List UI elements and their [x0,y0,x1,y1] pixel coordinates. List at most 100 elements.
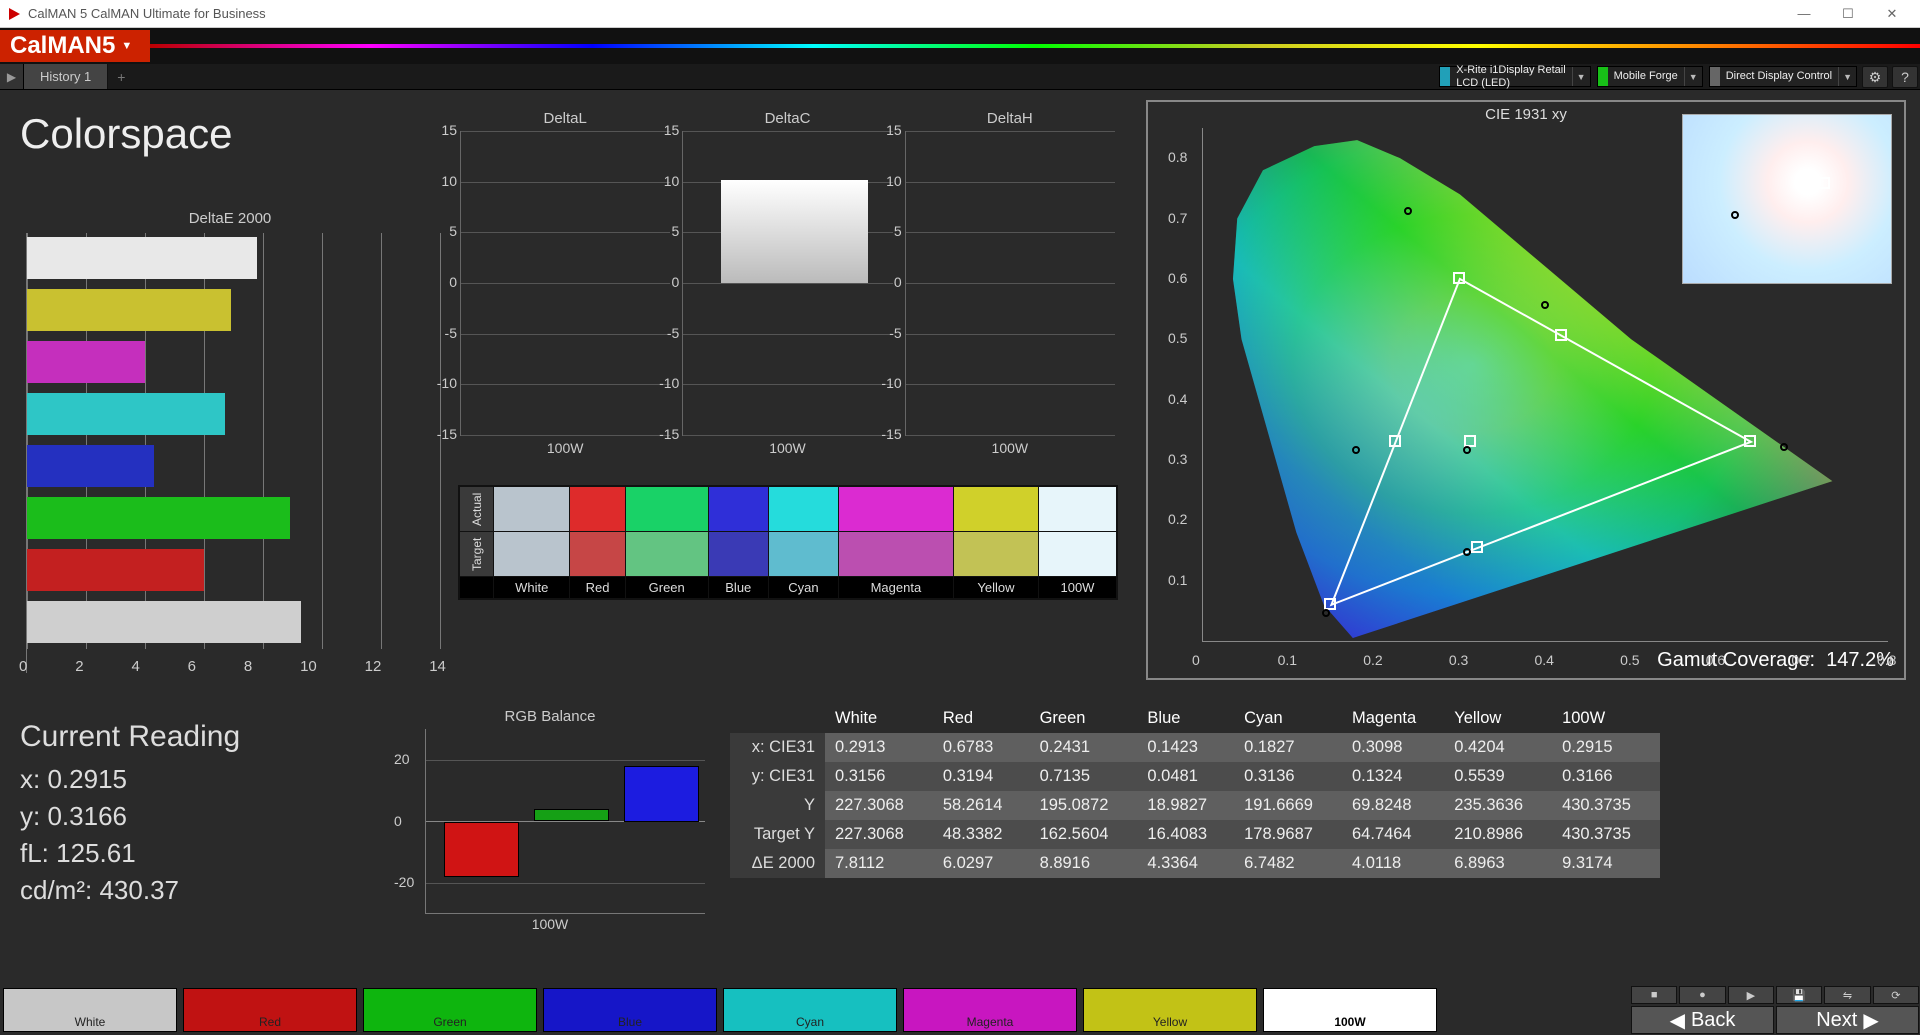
deltae-bar-white [27,237,257,279]
swatch-target-magenta [838,532,953,577]
brand-menu[interactable]: CalMAN5 ▼ [0,30,150,62]
table-row: y: CIE310.31560.31940.71350.04810.31360.… [730,762,1660,791]
table-col-header: Yellow [1444,704,1552,733]
settings-button[interactable]: ⚙ [1862,66,1888,88]
status-pill-1[interactable]: Mobile Forge ▼ [1597,66,1703,87]
table-cell: 7.8112 [825,849,933,878]
play-icon: ▶ [1747,989,1755,1002]
deltae-bar-yellow [27,289,231,331]
table-cell: 0.3156 [825,762,933,791]
swatch-target-yellow [953,532,1038,577]
swatch-col-label: Cyan [768,577,838,599]
table-row-label: Y [730,791,825,820]
table-cell: 16.4083 [1137,820,1234,849]
table-col-header: Blue [1137,704,1234,733]
back-button[interactable]: ◀Back [1631,1006,1774,1034]
chevron-down-icon: ▼ [1838,67,1856,86]
swatch-actual-yellow [953,487,1038,532]
table-cell: 430.3735 [1552,820,1660,849]
refresh-button[interactable]: ⟳ [1873,986,1919,1004]
close-button[interactable]: ✕ [1870,0,1914,27]
current-reading-row: y: 0.3166 [20,801,240,832]
color-button-blue[interactable]: Blue [543,988,717,1032]
color-button-cyan[interactable]: Cyan [723,988,897,1032]
content-area: Colorspace DeltaE 2000 02468101214 Delta… [0,90,1920,985]
stop-button[interactable]: ■ [1631,986,1677,1004]
table-cell: 0.3136 [1234,762,1342,791]
tab-history-1[interactable]: History 1 [24,64,108,89]
gamut-coverage: Gamut Coverage: 147.2% [1657,649,1894,672]
swatch-target-100w [1038,532,1116,577]
status-dot [1710,67,1720,86]
mini-chart-title: DeltaC [682,110,892,127]
tabs-back-button[interactable]: ▶ [0,64,24,89]
table-row: ΔE 20007.81126.02978.89164.33646.74824.0… [730,849,1660,878]
link-icon: ⇋ [1843,989,1852,1002]
mini-chart-deltal: DeltaL151050-5-10-15100W [460,110,670,456]
status-dot [1440,67,1450,86]
table-row: Y227.306858.2614195.087218.9827191.66696… [730,791,1660,820]
help-icon: ? [1901,69,1909,85]
table-cell: 0.6783 [933,733,1030,762]
rgb-balance-chart: RGB Balance 200-20 100W [395,708,705,932]
table-cell: 18.9827 [1137,791,1234,820]
add-tab-button[interactable]: + [108,64,134,89]
next-button[interactable]: Next▶ [1776,1006,1919,1034]
deltae-bar-red [27,549,204,591]
status-dot [1598,67,1608,86]
record-button[interactable]: ● [1679,986,1725,1004]
play-button[interactable]: ▶ [1728,986,1774,1004]
deltae-bar-green [27,497,290,539]
table-cell: 0.3098 [1342,733,1444,762]
table-cell: 0.2915 [1552,733,1660,762]
rgb-bar-g [534,809,609,821]
status-pill-2[interactable]: Direct Display Control ▼ [1709,66,1857,87]
cie-target-point [1471,541,1483,553]
rgb-bar-b [624,766,699,822]
cie-target-point [1389,435,1401,447]
maximize-button[interactable]: ☐ [1826,0,1870,27]
table-cell: 227.3068 [825,791,933,820]
mini-chart-xlabel: 100W [460,440,670,456]
color-button-magenta[interactable]: Magenta [903,988,1077,1032]
table-col-header: Green [1030,704,1138,733]
link-button[interactable]: ⇋ [1824,986,1870,1004]
swatch-actual-red [570,487,625,532]
table-cell: 6.0297 [933,849,1030,878]
status-pill-0[interactable]: X-Rite i1Display RetailLCD (LED) ▼ [1439,66,1590,87]
table-cell: 191.6669 [1234,791,1342,820]
swatch-target-cyan [768,532,838,577]
color-button-100w[interactable]: 100W [1263,988,1437,1032]
table-cell: 0.3194 [933,762,1030,791]
swatch-actual-green [625,487,708,532]
swatch-target-green [625,532,708,577]
color-button-yellow[interactable]: Yellow [1083,988,1257,1032]
delta-mini-charts: DeltaL151050-5-10-15100WDeltaC151050-5-1… [460,110,1115,456]
rainbow-divider [150,44,1920,48]
table-cell: 4.3364 [1137,849,1234,878]
swatch-col-label: Blue [708,577,768,599]
rgb-balance-xlabel: 100W [395,916,705,932]
cie-target-point [1324,598,1336,610]
table-cell: 430.3735 [1552,791,1660,820]
mini-chart-xlabel: 100W [682,440,892,456]
window-titlebar: CalMAN 5 CalMAN Ultimate for Business — … [0,0,1920,28]
cie-measured-point [1541,301,1549,309]
save-button[interactable]: 💾 [1776,986,1822,1004]
table-row-label: ΔE 2000 [730,849,825,878]
table-cell: 0.3166 [1552,762,1660,791]
swatch-actual-cyan [768,487,838,532]
color-button-red[interactable]: Red [183,988,357,1032]
gear-icon: ⚙ [1869,69,1882,86]
swatch-row-label: Target [460,532,494,577]
color-button-white[interactable]: White [3,988,177,1032]
window-title: CalMAN 5 CalMAN Ultimate for Business [28,6,266,21]
cie-inset-target [1818,177,1830,189]
table-row-label: y: CIE31 [730,762,825,791]
cie-diagram: CIE 1931 xy [1146,100,1906,680]
minimize-button[interactable]: — [1782,0,1826,27]
table-col-header: White [825,704,933,733]
help-button[interactable]: ? [1892,66,1918,88]
color-button-green[interactable]: Green [363,988,537,1032]
swatch-target-blue [708,532,768,577]
